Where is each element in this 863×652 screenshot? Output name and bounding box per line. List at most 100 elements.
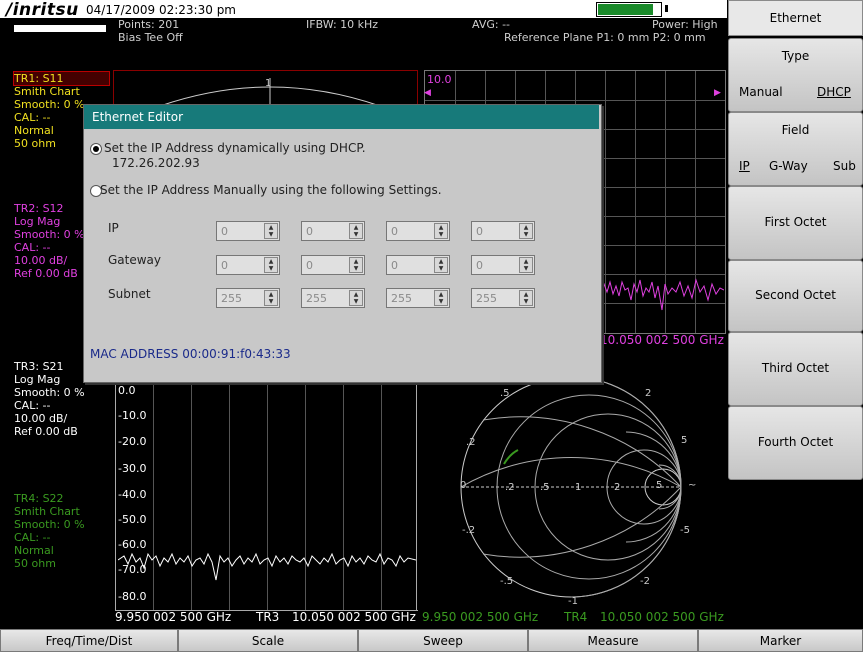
third-octet-button[interactable]: Third Octet (728, 332, 863, 406)
second-octet-button[interactable]: Second Octet (728, 260, 863, 332)
mac-address: MAC ADDRESS 00:00:91:f0:43:33 (90, 347, 291, 361)
dhcp-label: Set the IP Address dynamically using DHC… (104, 141, 366, 155)
tr4-freq-end: 10.050 002 500 GHz (600, 610, 724, 624)
tr3-ylabel-8: -80.0 (118, 590, 147, 603)
ip-label: IP (108, 221, 119, 235)
tr1-smooth: Smooth: 0 % (14, 98, 85, 111)
tr4-name: TR4 (564, 610, 588, 624)
tr4-smooth: Smooth: 0 % (14, 518, 85, 531)
type-label: Type (781, 49, 810, 63)
smith-label-p5: 5 (681, 435, 688, 446)
field-sub-option[interactable]: Sub (833, 159, 856, 173)
reference-plane-readout: Reference Plane P1: 0 mm P2: 0 mm (504, 31, 706, 44)
tr2-ref-arrow-right: ▶ (714, 88, 721, 98)
tr1-title[interactable]: TR1: S11 (13, 71, 110, 86)
field-ip-option[interactable]: IP (739, 159, 750, 173)
smith-label-c55: 5 (656, 480, 663, 491)
tr1-marker-label: 1 (265, 78, 272, 89)
tr3-smooth: Smooth: 0 % (14, 386, 85, 399)
freq-time-dist-button[interactable]: Freq/Time/Dist (0, 629, 178, 652)
measure-button[interactable]: Measure (528, 629, 698, 652)
tr1-cal: CAL: -- (14, 111, 51, 124)
trace-indicator-bar (14, 25, 106, 32)
spinner-arrows-icon: ▲ ▼ (434, 223, 448, 239)
tr3-ylabel-1: -10.0 (118, 409, 147, 422)
ip-octet-4[interactable]: 0 ▲ ▼ (471, 221, 535, 241)
tr2-title[interactable]: TR2: S12 (14, 202, 64, 215)
tr4-freq-start: 9.950 002 500 GHz (422, 610, 539, 624)
battery-level (598, 4, 653, 15)
tr4-impedance: 50 ohm (14, 557, 56, 570)
smith-label-c1: 1 (575, 482, 582, 493)
ethernet-editor-dialog: Ethernet Editor Set the IP Address dynam… (83, 104, 602, 383)
status-header: /inritsu 04/17/2009 02:23:30 pm (0, 0, 727, 20)
dhcp-radio[interactable] (90, 143, 102, 155)
ifbw-readout: IFBW: 10 kHz (306, 18, 379, 31)
tr1-impedance: 50 ohm (14, 137, 56, 150)
anritsu-logo: /inritsu (6, 0, 79, 20)
type-softkey[interactable]: Type Manual DHCP (728, 38, 863, 112)
points-readout: Points: 201 (118, 18, 180, 31)
power-readout: Power: High (652, 18, 718, 31)
field-softkey[interactable]: Field IP G-Way Sub (728, 112, 863, 186)
field-gway-option[interactable]: G-Way (769, 159, 808, 173)
spinner-arrows-icon: ▲ ▼ (434, 257, 448, 273)
tr4-smith-chart[interactable] (456, 376, 686, 608)
menu-title: Ethernet (728, 0, 863, 36)
tr2-smooth: Smooth: 0 % (14, 228, 85, 241)
gateway-octet-4[interactable]: 0 ▲ ▼ (471, 255, 535, 275)
smith-label-c2: .2 (505, 482, 515, 493)
tr2-ref-arrow-left: ◀ (424, 88, 431, 98)
subnet-octet-3[interactable]: 255 ▲ ▼ (386, 288, 450, 308)
spinner-arrows-icon: ▲ ▼ (264, 290, 278, 306)
type-manual-option[interactable]: Manual (739, 85, 783, 99)
smith-label-c22: 2 (614, 482, 621, 493)
field-label: Field (781, 123, 810, 137)
subnet-octet-4[interactable]: 255 ▲ ▼ (471, 288, 535, 308)
subnet-octet-1[interactable]: 255 ▲ ▼ (216, 288, 280, 308)
tr2-format: Log Mag (14, 215, 61, 228)
gateway-octet-2[interactable]: 0 ▲ ▼ (301, 255, 365, 275)
ip-octet-3[interactable]: 0 ▲ ▼ (386, 221, 450, 241)
tr2-trace (600, 278, 724, 311)
smith-label-r5: .5 (500, 388, 510, 399)
spinner-arrows-icon: ▲ ▼ (434, 290, 448, 306)
fourth-octet-button[interactable]: Fourth Octet (728, 406, 863, 480)
manual-label: Set the IP Address Manually using the fo… (100, 183, 442, 197)
tr4-title[interactable]: TR4: S22 (14, 492, 64, 505)
tr4-mode: Normal (14, 544, 54, 557)
tr3-ylabel-0: 0.0 (118, 384, 136, 397)
smith-label-m5: -5 (680, 525, 690, 536)
type-dhcp-option[interactable]: DHCP (817, 85, 851, 99)
smith-label-l2b: -.2 (462, 525, 476, 536)
tr1-format: Smith Chart (14, 85, 80, 98)
marker-button[interactable]: Marker (698, 629, 863, 652)
sweep-button[interactable]: Sweep (358, 629, 528, 652)
smith-label-mr5: -.5 (500, 576, 514, 587)
gateway-octet-3[interactable]: 0 ▲ ▼ (386, 255, 450, 275)
tr3-freq-start: 9.950 002 500 GHz (115, 610, 232, 624)
smith-label-l2: .2 (466, 437, 476, 448)
gateway-octet-1[interactable]: 0 ▲ ▼ (216, 255, 280, 275)
smith-label-zero: 0 (460, 480, 467, 491)
softkey-panel: Ethernet Type Manual DHCP Field IP G-Way… (727, 0, 863, 628)
smith-label-r2: 2 (645, 388, 652, 399)
tr3-trace (118, 552, 416, 581)
tr1-mode: Normal (14, 124, 54, 137)
spinner-arrows-icon: ▲ ▼ (519, 257, 533, 273)
date-time: 04/17/2009 02:23:30 pm (86, 3, 236, 17)
subnet-octet-2[interactable]: 255 ▲ ▼ (301, 288, 365, 308)
first-octet-button[interactable]: First Octet (728, 186, 863, 260)
dhcp-ip-value: 172.26.202.93 (112, 156, 200, 170)
scale-button[interactable]: Scale (178, 629, 358, 652)
smith-label-inf: ~ (688, 480, 697, 491)
battery-terminal (665, 5, 668, 12)
avg-readout: AVG: -- (472, 18, 511, 31)
tr2-cal: CAL: -- (14, 241, 51, 254)
ip-octet-2[interactable]: 0 ▲ ▼ (301, 221, 365, 241)
subnet-label: Subnet (108, 287, 151, 301)
tr3-title[interactable]: TR3: S21 (14, 360, 64, 373)
ip-octet-1[interactable]: 0 ▲ ▼ (216, 221, 280, 241)
tr3-name: TR3 (256, 610, 280, 624)
tr3-scale: 10.00 dB/ (14, 412, 68, 425)
